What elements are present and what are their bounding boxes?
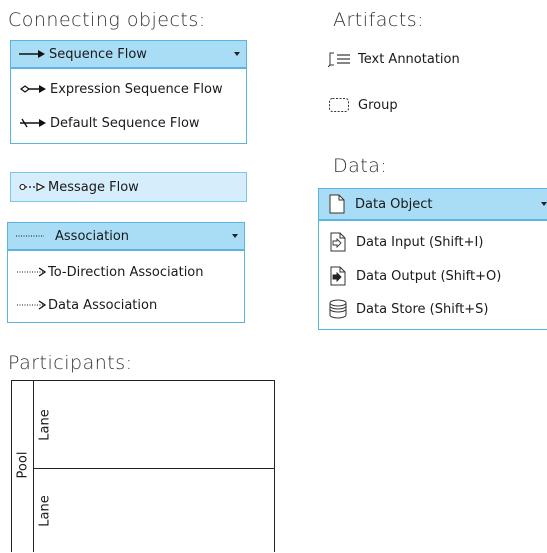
- text-annotation-label: Text Annotation: [358, 51, 460, 67]
- chevron-down-icon[interactable]: [541, 202, 547, 206]
- to-direction-association-label: To-Direction Association: [48, 264, 204, 280]
- lane-label: Lane: [37, 495, 53, 527]
- document-icon: [329, 194, 345, 214]
- slash-arrow-icon: [20, 118, 46, 128]
- sequence-flow-label: Sequence Flow: [49, 46, 147, 62]
- lane-header-2[interactable]: Lane: [34, 469, 56, 553]
- to-direction-association-item[interactable]: To-Direction Association: [8, 260, 204, 284]
- artifacts-heading: Artifacts:: [333, 9, 425, 31]
- pool-label: Pool: [15, 451, 30, 479]
- data-association-item[interactable]: Data Association: [8, 293, 157, 317]
- group-icon: [328, 97, 352, 113]
- sequence-flow-menu: Expression Sequence Flow Default Sequenc…: [10, 68, 247, 144]
- document-output-icon: [330, 266, 346, 286]
- group-item[interactable]: Group: [328, 94, 398, 116]
- expression-sequence-flow-label: Expression Sequence Flow: [50, 81, 223, 97]
- data-heading: Data:: [333, 155, 388, 177]
- data-object-button[interactable]: Data Object: [318, 188, 547, 220]
- lane-label: Lane: [37, 409, 53, 441]
- participants-heading: Participants:: [8, 352, 133, 374]
- expression-sequence-flow-item[interactable]: Expression Sequence Flow: [11, 77, 223, 101]
- data-object-menu: Data Input (Shift+I) Data Output (Shift+…: [318, 220, 547, 330]
- group-label: Group: [358, 97, 398, 113]
- default-sequence-flow-item[interactable]: Default Sequence Flow: [11, 111, 200, 135]
- data-output-item[interactable]: Data Output (Shift+O): [319, 264, 501, 288]
- message-flow-label: Message Flow: [48, 179, 139, 195]
- dashed-message-arrow-icon: [19, 182, 45, 192]
- lane-header-1[interactable]: Lane: [34, 381, 56, 469]
- association-menu: To-Direction Association Data Associatio…: [7, 250, 245, 323]
- text-annotation-item[interactable]: Text Annotation: [328, 48, 460, 70]
- dotted-line-icon: [16, 231, 44, 241]
- default-sequence-flow-label: Default Sequence Flow: [50, 115, 200, 131]
- data-input-label: Data Input (Shift+I): [356, 234, 484, 250]
- association-label: Association: [55, 228, 130, 244]
- arrow-right-icon: [19, 49, 45, 59]
- data-object-label: Data Object: [355, 196, 433, 212]
- text-annotation-icon: [328, 51, 352, 67]
- document-input-icon: [330, 232, 346, 252]
- connecting-objects-heading: Connecting objects:: [8, 9, 206, 31]
- data-store-item[interactable]: Data Store (Shift+S): [319, 297, 489, 321]
- data-output-label: Data Output (Shift+O): [356, 268, 502, 284]
- data-association-label: Data Association: [48, 297, 158, 313]
- chevron-down-icon[interactable]: [232, 234, 238, 238]
- dotted-arrow-icon: [17, 267, 47, 277]
- association-button[interactable]: Association: [7, 222, 245, 250]
- data-store-label: Data Store (Shift+S): [356, 301, 489, 317]
- data-input-item[interactable]: Data Input (Shift+I): [319, 230, 483, 254]
- lane-divider: [34, 468, 275, 469]
- chevron-down-icon[interactable]: [234, 52, 240, 56]
- database-icon: [329, 299, 347, 319]
- dotted-arrow-icon: [17, 300, 47, 310]
- pool-diagram[interactable]: Pool Lane Lane: [11, 380, 275, 552]
- sequence-flow-button[interactable]: Sequence Flow: [10, 40, 247, 68]
- pool-header[interactable]: Pool: [12, 381, 34, 552]
- diamond-arrow-icon: [20, 84, 46, 94]
- message-flow-button[interactable]: Message Flow: [10, 172, 247, 202]
